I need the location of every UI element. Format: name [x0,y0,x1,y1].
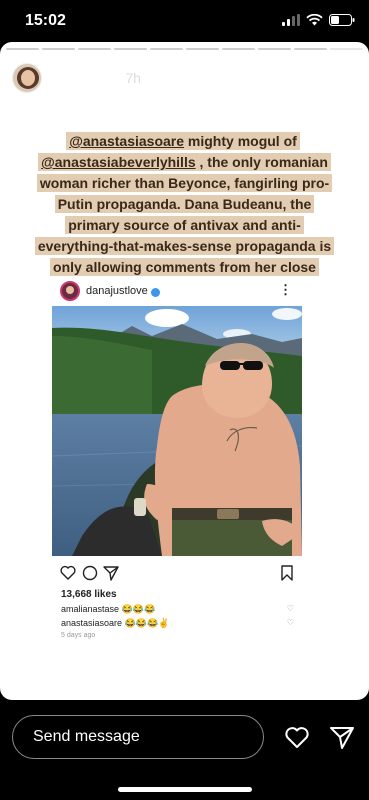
heart-icon[interactable] [284,724,310,750]
cellular-signal-icon [282,14,300,26]
verified-badge-icon [150,287,160,297]
story-progress [6,48,363,50]
post-actions [60,565,293,581]
share-icon [103,566,119,581]
reply-bar: Send message [0,700,369,800]
shared-post[interactable]: danajustlove ⋮ 13,668 likes amalianastas… [52,278,302,694]
comment-user[interactable]: anastasiasoare [61,618,122,628]
story-header: testaholic 7h ··· [12,60,357,96]
post-header: danajustlove ⋮ [52,278,302,304]
story-caption: @anastasiasoare mighty mogul of @anastas… [30,131,339,299]
story-card[interactable]: testaholic 7h ··· @anastasiasoare mighty… [0,42,369,700]
avatar[interactable] [12,63,42,93]
close-icon[interactable] [331,64,355,88]
status-icons [282,14,355,26]
comment-text: 😂😂😂✌ [124,618,170,628]
comment-icon [82,565,98,581]
story-time-ago: 7h [125,70,141,86]
comment-like-icon[interactable]: ♡ [287,604,294,613]
post-more-icon[interactable]: ⋮ [279,282,292,298]
like-icon [60,565,76,580]
post-avatar[interactable] [60,281,80,301]
story-username[interactable]: testaholic [52,70,117,86]
post-photo [52,306,302,556]
comment-row: amalianastase 😂😂😂 [61,604,155,615]
post-date: 5 days ago [61,632,96,639]
mention-link[interactable]: @anastasiasoare [69,133,184,149]
bookmark-icon [281,565,293,581]
status-time: 15:02 [25,12,66,29]
wifi-icon [306,14,323,26]
comment-like-icon[interactable]: ♡ [287,618,294,627]
comment-row: anastasiasoare 😂😂😂✌ [61,618,169,629]
home-indicator [118,787,252,792]
more-options-button[interactable]: ··· [296,68,317,89]
likes-count[interactable]: 13,668 likes [61,589,117,600]
caption-text: , the only romanian woman richer than Be… [37,154,332,296]
send-message-input[interactable]: Send message [12,715,264,759]
status-bar: 15:02 [0,0,369,42]
send-icon[interactable] [329,724,355,750]
send-message-placeholder: Send message [33,728,140,745]
battery-icon [329,14,355,26]
comment-text: 😂😂😂 [121,604,156,614]
post-username[interactable]: danajustlove [86,285,148,297]
mention-link[interactable]: @anastasiabeverlyhills [41,154,196,170]
caption-text: mighty mogul of [184,133,297,149]
comment-user[interactable]: amalianastase [61,604,119,614]
